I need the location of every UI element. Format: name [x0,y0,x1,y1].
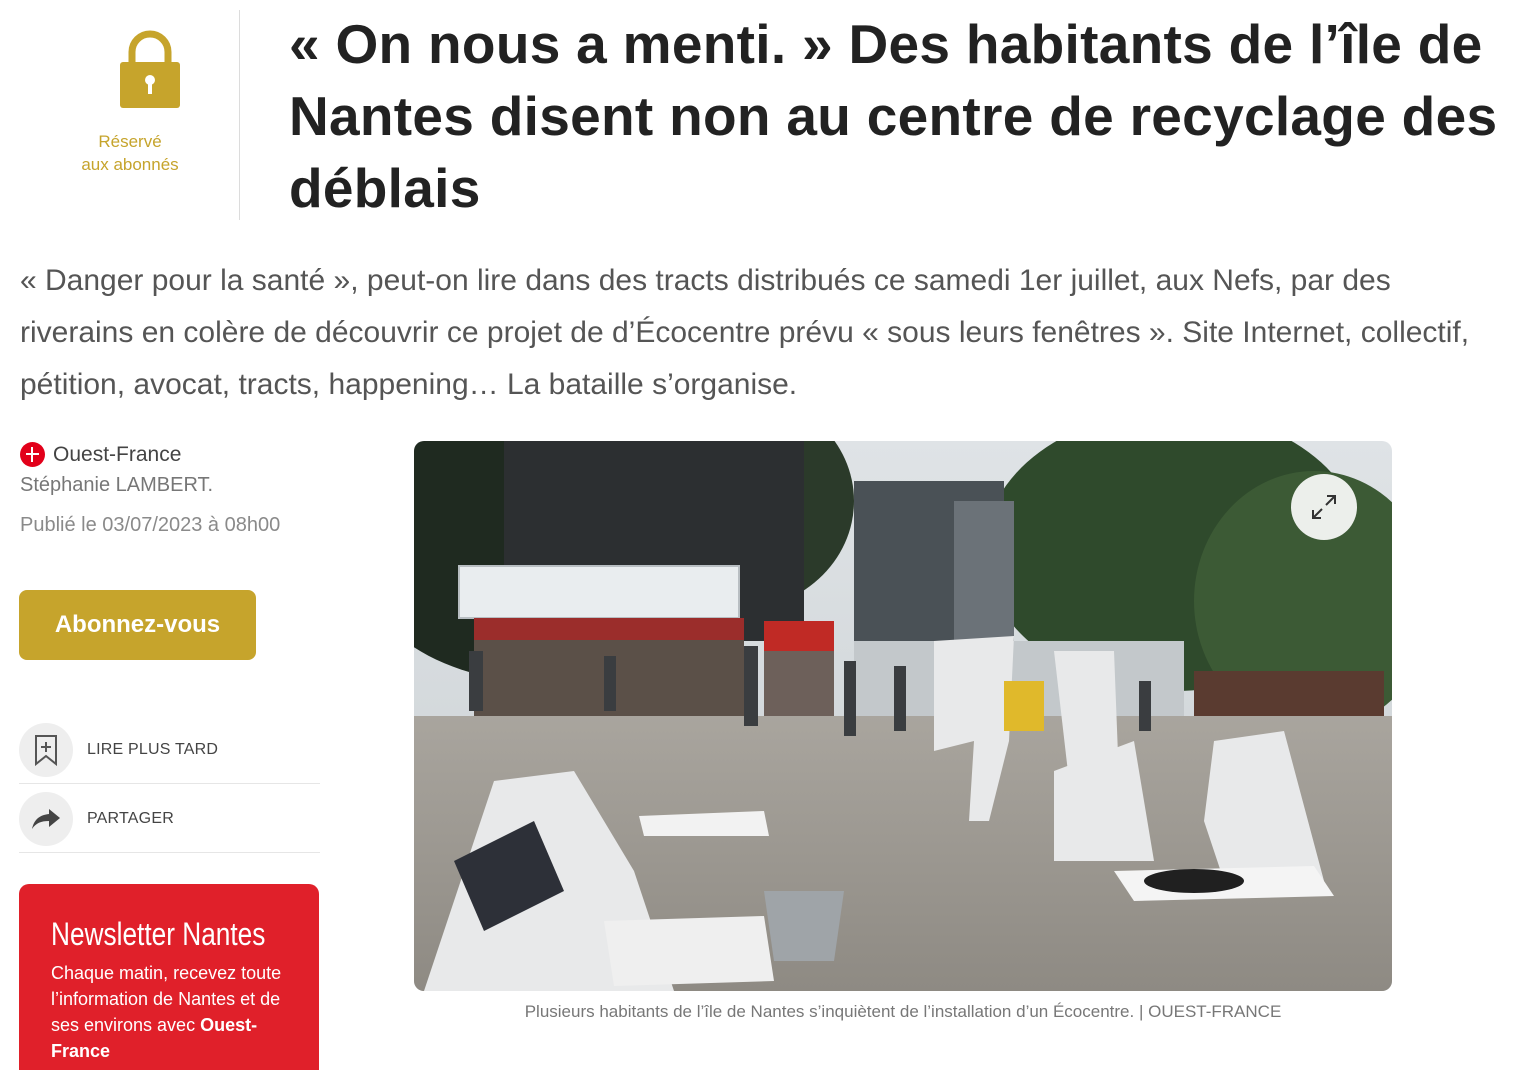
newsletter-title: Newsletter Nantes [51,916,266,952]
share-arrow-icon [19,791,73,846]
article-lead: « Danger pour la santé », peut-on lire d… [20,264,1470,401]
premium-label-line2: aux abonnés [81,155,179,174]
bookmark-icon [19,722,73,777]
expand-arrows-icon [1312,495,1336,519]
photo-caption: Plusieurs habitants de l’île de Nantes s… [524,1002,1282,1021]
subscribe-button[interactable]: Abonnez-vous [19,590,256,660]
newsletter-text: Chaque matin, recevez toute l’informatio… [51,960,287,1064]
share-button[interactable]: PARTAGER [19,785,320,853]
read-later-button[interactable]: LIRE PLUS TARD [19,716,320,784]
article-title: « On nous a menti. » Des habitants de l’… [289,13,1498,219]
source[interactable]: Ouest-France [20,442,181,467]
premium-label-line1: Réservé [98,132,162,151]
expand-photo-button[interactable] [1291,474,1357,540]
author: Stéphanie LAMBERT. [20,474,214,496]
lock-icon [120,30,180,108]
premium-badge: Réservé aux abonnés [20,10,240,220]
share-label: PARTAGER [87,809,174,827]
newsletter-box[interactable]: Newsletter Nantes Chaque matin, recevez … [19,884,319,1070]
source-name: Ouest-France [53,442,182,466]
premium-label: Réservé aux abonnés [20,130,240,176]
read-later-label: LIRE PLUS TARD [87,740,219,758]
published-date: Publié le 03/07/2023 à 08h00 [20,514,281,536]
ouest-france-logo-icon [20,442,45,467]
article-photo[interactable] [414,441,1392,991]
